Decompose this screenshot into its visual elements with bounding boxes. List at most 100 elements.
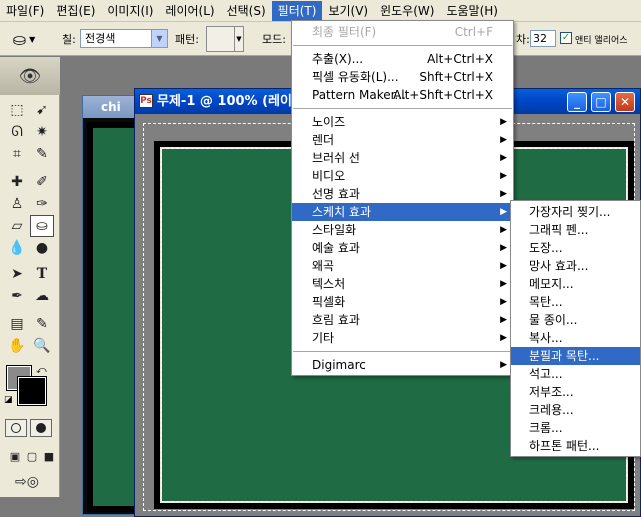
sketch-menu-item[interactable]: 크레용... [511,401,640,419]
close-button[interactable]: ✕ [615,92,635,112]
sketch-menu-item[interactable]: 망사 효과... [511,257,640,275]
magic-wand-tool[interactable]: ✷ [30,121,54,143]
crop-icon: ⌗ [13,146,21,162]
filter-menu-item[interactable]: 노이즈 ▶ [292,113,513,131]
screen-mode-icon: ■ [43,449,55,463]
filter-menu-item[interactable]: 텍스처 ▶ [292,275,513,293]
menu-view[interactable]: 보기(V) [322,1,374,21]
sketch-menu-item[interactable]: 저부조... [511,383,640,401]
swap-colors-icon[interactable]: ⤺ [36,365,47,376]
magic-wand-icon: ✷ [36,124,48,140]
fill-select[interactable]: 전경색 ▼ [80,29,168,48]
pattern-label: 패턴: [175,33,199,46]
hand-tool[interactable]: ✋ [5,335,29,357]
filter-menu-item[interactable]: 최종 필터(F) Ctrl+F [292,23,513,41]
filter-menu-item[interactable]: 기타 ▶ [292,329,513,347]
sketch-menu-item[interactable]: 메모지... [511,275,640,293]
sketch-menu-item[interactable]: 물 종이... [511,311,640,329]
quick-mask-button[interactable] [30,419,52,437]
tool-preset-picker[interactable]: ⛀ ▼ [6,28,42,50]
menu-layer[interactable]: 레이어(L) [159,1,220,21]
background-color-swatch[interactable] [17,376,47,406]
filter-menu-item[interactable]: 렌더 ▶ [292,131,513,149]
path-select-tool[interactable]: ➤ [5,263,29,285]
submenu-arrow-icon: ▶ [500,189,507,199]
filter-menu-item-label: 비디오 [312,169,346,183]
type-tool[interactable]: T [30,263,54,285]
eraser-tool[interactable]: ▱ [5,215,29,237]
zoom-tool[interactable]: 🔍 [30,335,54,357]
paint-bucket-tool[interactable]: ⛀ [30,215,54,237]
menu-file[interactable]: 파일(F) [0,1,50,21]
maximize-button[interactable]: □ [591,92,611,112]
menu-image[interactable]: 이미지(I) [101,1,159,21]
brush-tool[interactable]: ✐ [30,171,54,193]
mode-label: 모드: [262,33,286,46]
filter-menu-item[interactable]: 비디오 ▶ [292,167,513,185]
notes-tool[interactable]: ▤ [5,313,29,335]
filter-menu-item[interactable]: Digimarc ▶ [292,356,513,374]
chevron-down-icon: ▼ [234,27,243,51]
filter-menu-item-shortcut: Shft+Ctrl+X [419,70,493,84]
antialias-checkbox[interactable]: ✓ [560,32,572,44]
menu-filter[interactable]: 필터(T) [271,0,323,21]
menu-edit[interactable]: 편집(E) [50,1,101,21]
pen-tool[interactable]: ✒ [5,285,29,307]
crop-tool[interactable]: ⌗ [5,143,29,165]
dodge-tool[interactable]: ● [30,237,54,259]
screen-mode-icon: ▣ [9,449,21,463]
sketch-menu-item[interactable]: 분필과 목탄... [511,347,640,365]
menu-bar: 파일(F) 편집(E) 이미지(I) 레이어(L) 선택(S) 필터(T) 보기… [0,0,641,22]
sketch-menu-item[interactable]: 가장자리 찢기... [511,203,640,221]
filter-menu-item[interactable]: 선명 효과 ▶ [292,185,513,203]
jump-to-imageready-button[interactable]: ⇨◎ [5,471,49,493]
submenu-arrow-icon: ▶ [500,153,507,163]
standard-mode-button[interactable] [5,419,27,437]
tolerance-label: 차: [516,33,530,46]
sketch-menu-item[interactable]: 목탄... [511,293,640,311]
filter-menu-item[interactable]: 스타일화 ▶ [292,221,513,239]
sketch-menu-item[interactable]: 그래픽 펜... [511,221,640,239]
sketch-menu-item[interactable]: 하프톤 패턴... [511,437,640,455]
filter-menu-item[interactable]: 왜곡 ▶ [292,257,513,275]
filter-menu-item-label: 예술 효과 [312,241,360,255]
sketch-menu-item[interactable]: 도장... [511,239,640,257]
filter-menu-item[interactable]: 예술 효과 ▶ [292,239,513,257]
minimize-button[interactable]: _ [567,92,587,112]
sketch-menu-item[interactable]: 크롬... [511,419,640,437]
eyedropper-tool[interactable]: ✎ [30,313,54,335]
eyedropper-icon: ✎ [36,316,48,332]
filter-menu-item-label: 텍스처 [312,277,346,291]
tolerance-input[interactable]: 32 [530,30,556,47]
filter-menu-item[interactable]: 흐림 효과 ▶ [292,311,513,329]
screen-mode-full[interactable]: ■ [37,445,61,467]
filter-menu-item[interactable]: 픽셀화 ▶ [292,293,513,311]
menu-separator [293,351,512,352]
type-icon: T [36,266,48,282]
filter-menu-item[interactable]: 추출(X)... Alt+Ctrl+X [292,50,513,68]
shape-tool[interactable]: ☁ [30,285,54,307]
pattern-picker[interactable]: ▼ [206,26,244,52]
history-brush-tool[interactable]: ✑ [30,193,54,215]
filter-menu-item-label: 왜곡 [312,259,335,273]
stamp-tool[interactable]: ♙ [5,193,29,215]
move-tool[interactable]: ➹ [30,99,54,121]
slice-tool[interactable]: ✎ [30,143,54,165]
menu-select[interactable]: 선택(S) [221,1,272,21]
sketch-menu-item[interactable]: 복사... [511,329,640,347]
notes-icon: ▤ [10,316,24,332]
rect-marquee-tool[interactable]: ⬚ [5,99,29,121]
blur-tool[interactable]: 💧 [5,237,29,259]
default-colors-icon[interactable]: ◪ [4,395,14,405]
filter-menu-item[interactable]: 브러쉬 선 ▶ [292,149,513,167]
healing-brush-tool[interactable]: ✚ [5,171,29,193]
sketch-menu-item[interactable]: 석고... [511,365,640,383]
filter-menu-item[interactable]: 픽셀 유동화(L)... Shft+Ctrl+X [292,68,513,86]
lasso-tool[interactable]: ᘏ [5,121,29,143]
circle-icon [11,423,21,433]
filter-menu-item[interactable]: 스케치 효과 ▶ [292,203,513,221]
filter-menu-item[interactable]: Pattern Maker... Alt+Shft+Ctrl+X [292,86,513,104]
menu-help[interactable]: 도움말(H) [440,1,504,21]
menu-window[interactable]: 윈도우(W) [374,1,440,21]
submenu-arrow-icon: ▶ [500,261,507,271]
